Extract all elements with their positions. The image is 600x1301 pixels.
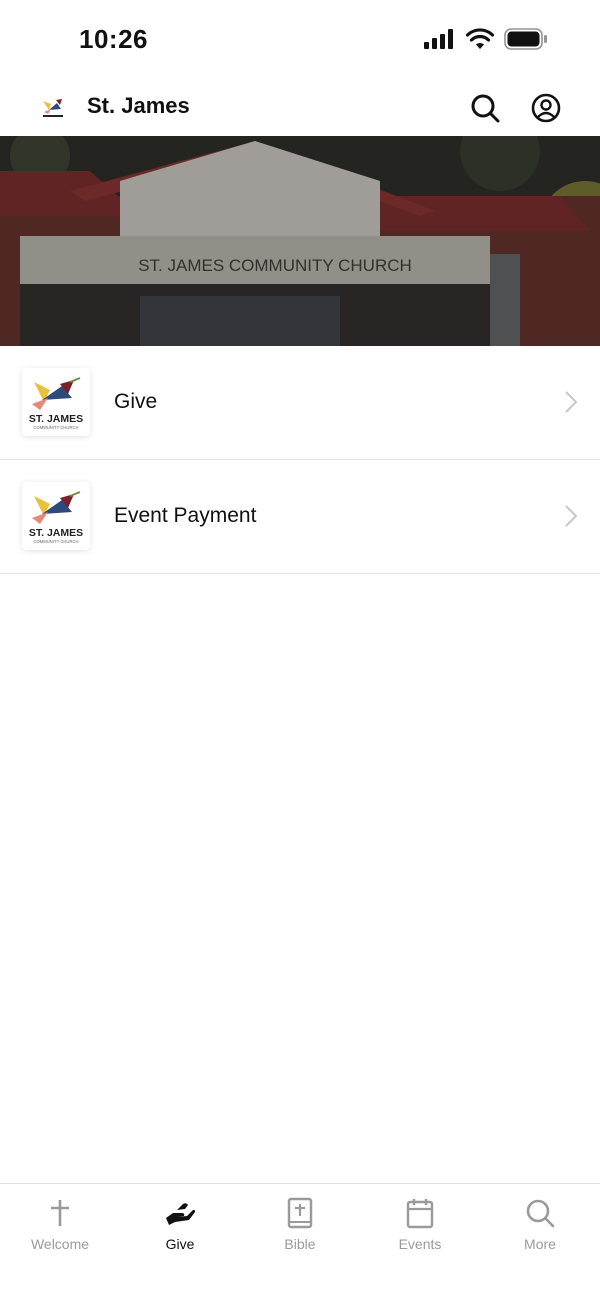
thumb-sub: COMMUNITY CHURCH	[33, 425, 78, 430]
give-hand-icon	[166, 1203, 195, 1225]
page-title: St. James	[87, 93, 190, 118]
status-time: 10:26	[79, 24, 148, 54]
tab-bar: Welcome Give Bible Events More	[0, 1183, 600, 1301]
account-icon	[531, 93, 561, 123]
thumb-sub: COMMUNITY CHURCH	[33, 539, 78, 544]
tab-label: Welcome	[30, 1236, 90, 1252]
calendar-icon	[406, 1199, 434, 1229]
chevron-right-icon	[565, 391, 578, 413]
church-banner-image: ST. JAMES COMMUNITY CHURCH	[0, 136, 600, 346]
search-button[interactable]	[467, 90, 503, 126]
list-item-label: Event Payment	[114, 504, 257, 527]
bible-icon	[287, 1197, 313, 1229]
tab-more[interactable]: More	[480, 1184, 600, 1301]
search-icon	[526, 1199, 555, 1228]
account-button[interactable]	[528, 90, 564, 126]
status-bar: 10:26	[0, 0, 600, 80]
thumb-name: ST. JAMES	[29, 527, 83, 539]
tab-label: Give	[165, 1236, 195, 1252]
cross-icon	[51, 1200, 69, 1226]
list-item-label: Give	[114, 390, 158, 413]
search-icon	[471, 94, 500, 123]
tab-label: More	[524, 1236, 556, 1252]
tab-bible[interactable]: Bible	[240, 1184, 360, 1301]
list-item-give[interactable]: ST. JAMES COMMUNITY CHURCH Give	[0, 346, 600, 460]
list-item-event-payment[interactable]: ST. JAMES COMMUNITY CHURCH Event Payment	[0, 460, 600, 574]
tab-welcome[interactable]: Welcome	[0, 1184, 120, 1301]
tab-label: Bible	[284, 1236, 316, 1252]
status-icons	[424, 28, 548, 50]
thumb-name: ST. JAMES	[29, 413, 83, 425]
tab-give[interactable]: Give	[120, 1184, 240, 1301]
tab-label: Events	[398, 1236, 442, 1252]
payment-list: ST. JAMES COMMUNITY CHURCH Give ST. JAME…	[0, 346, 600, 574]
chevron-right-icon	[565, 505, 578, 527]
cellular-signal-icon	[424, 29, 453, 49]
church-logo-thumbnail: ST. JAMES COMMUNITY CHURCH	[22, 482, 90, 550]
bird-logo-icon	[43, 99, 63, 117]
church-logo-thumbnail: ST. JAMES COMMUNITY CHURCH	[22, 368, 90, 436]
tab-events[interactable]: Events	[360, 1184, 480, 1301]
app-header: St. James	[0, 80, 600, 136]
battery-icon	[504, 28, 547, 50]
wifi-icon	[466, 28, 494, 49]
